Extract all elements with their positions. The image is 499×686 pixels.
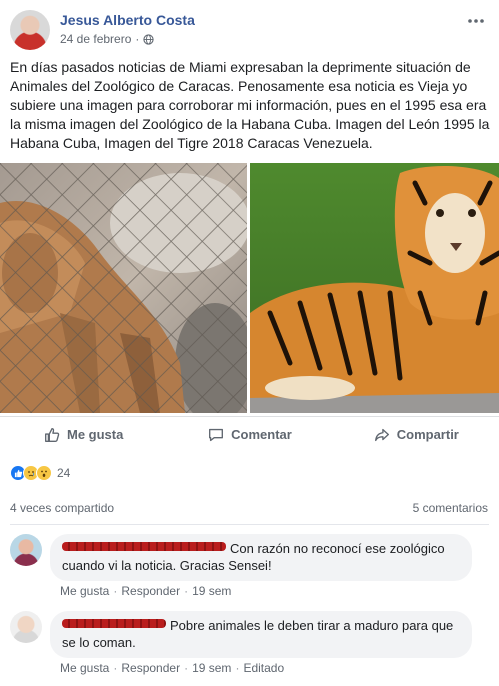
comment-like-link[interactable]: Me gusta — [60, 661, 109, 675]
separator: · — [184, 661, 189, 675]
post-date[interactable]: 24 de febrero — [60, 32, 131, 46]
author-name[interactable]: Jesus Alberto Costa — [60, 12, 195, 28]
comment-like-link[interactable]: Me gusta — [60, 584, 109, 598]
more-horizontal-icon[interactable] — [468, 12, 484, 28]
comment-reply-link[interactable]: Responder — [121, 584, 180, 598]
post-header: Jesus Alberto Costa 24 de febrero · — [10, 10, 490, 52]
reactions-summary[interactable]: 24 — [10, 463, 70, 483]
commenter-avatar[interactable] — [10, 611, 42, 643]
comment-timestamp[interactable]: 19 sem — [192, 661, 231, 675]
redacted-name — [62, 542, 226, 551]
divider — [10, 524, 489, 525]
tiger-photo[interactable] — [250, 163, 499, 413]
meta-separator: · — [135, 32, 140, 46]
like-label: Me gusta — [66, 427, 124, 442]
author-avatar[interactable] — [10, 10, 50, 50]
post-meta: 24 de febrero · — [60, 32, 155, 46]
reaction-count: 24 — [57, 466, 71, 480]
comment-count[interactable]: 5 comentarios — [413, 501, 488, 515]
share-label: Compartir — [396, 427, 459, 442]
lion-photo[interactable] — [0, 163, 247, 413]
globe-icon — [143, 33, 155, 45]
post-stats: 4 veces compartido 5 comentarios — [10, 501, 488, 517]
share-count[interactable]: 4 veces compartido — [10, 501, 114, 515]
separator: · — [113, 661, 118, 675]
comment-button[interactable]: Comentar — [166, 417, 332, 453]
like-button[interactable]: Me gusta — [0, 417, 166, 453]
comment-actions: Me gusta · Responder · 19 sem — [60, 584, 231, 598]
comment-icon — [209, 428, 224, 441]
comment-reply-link[interactable]: Responder — [121, 661, 180, 675]
comment-actions: Me gusta · Responder · 19 sem · Editado — [60, 661, 284, 675]
commenter-avatar[interactable] — [10, 534, 42, 566]
post-action-bar: Me gusta Comentar Compartir — [0, 416, 499, 452]
comment-timestamp[interactable]: 19 sem — [192, 584, 231, 598]
wow-reaction-icon — [36, 465, 52, 481]
comment-bubble: Con razón no reconocí ese zoológico cuan… — [50, 534, 472, 581]
share-icon — [374, 428, 389, 441]
redacted-name — [62, 619, 166, 628]
thumbs-up-icon — [45, 427, 60, 442]
post-text: En días pasados noticias de Miami expres… — [10, 59, 490, 151]
edited-label: Editado — [243, 661, 285, 675]
comment-label: Comentar — [231, 427, 292, 442]
separator: · — [184, 584, 189, 598]
separator: · — [113, 584, 118, 598]
post-photos — [0, 163, 499, 413]
separator: · — [235, 661, 240, 675]
share-button[interactable]: Compartir — [333, 417, 499, 453]
comment-bubble: Pobre animales le deben tirar a maduro p… — [50, 611, 472, 658]
